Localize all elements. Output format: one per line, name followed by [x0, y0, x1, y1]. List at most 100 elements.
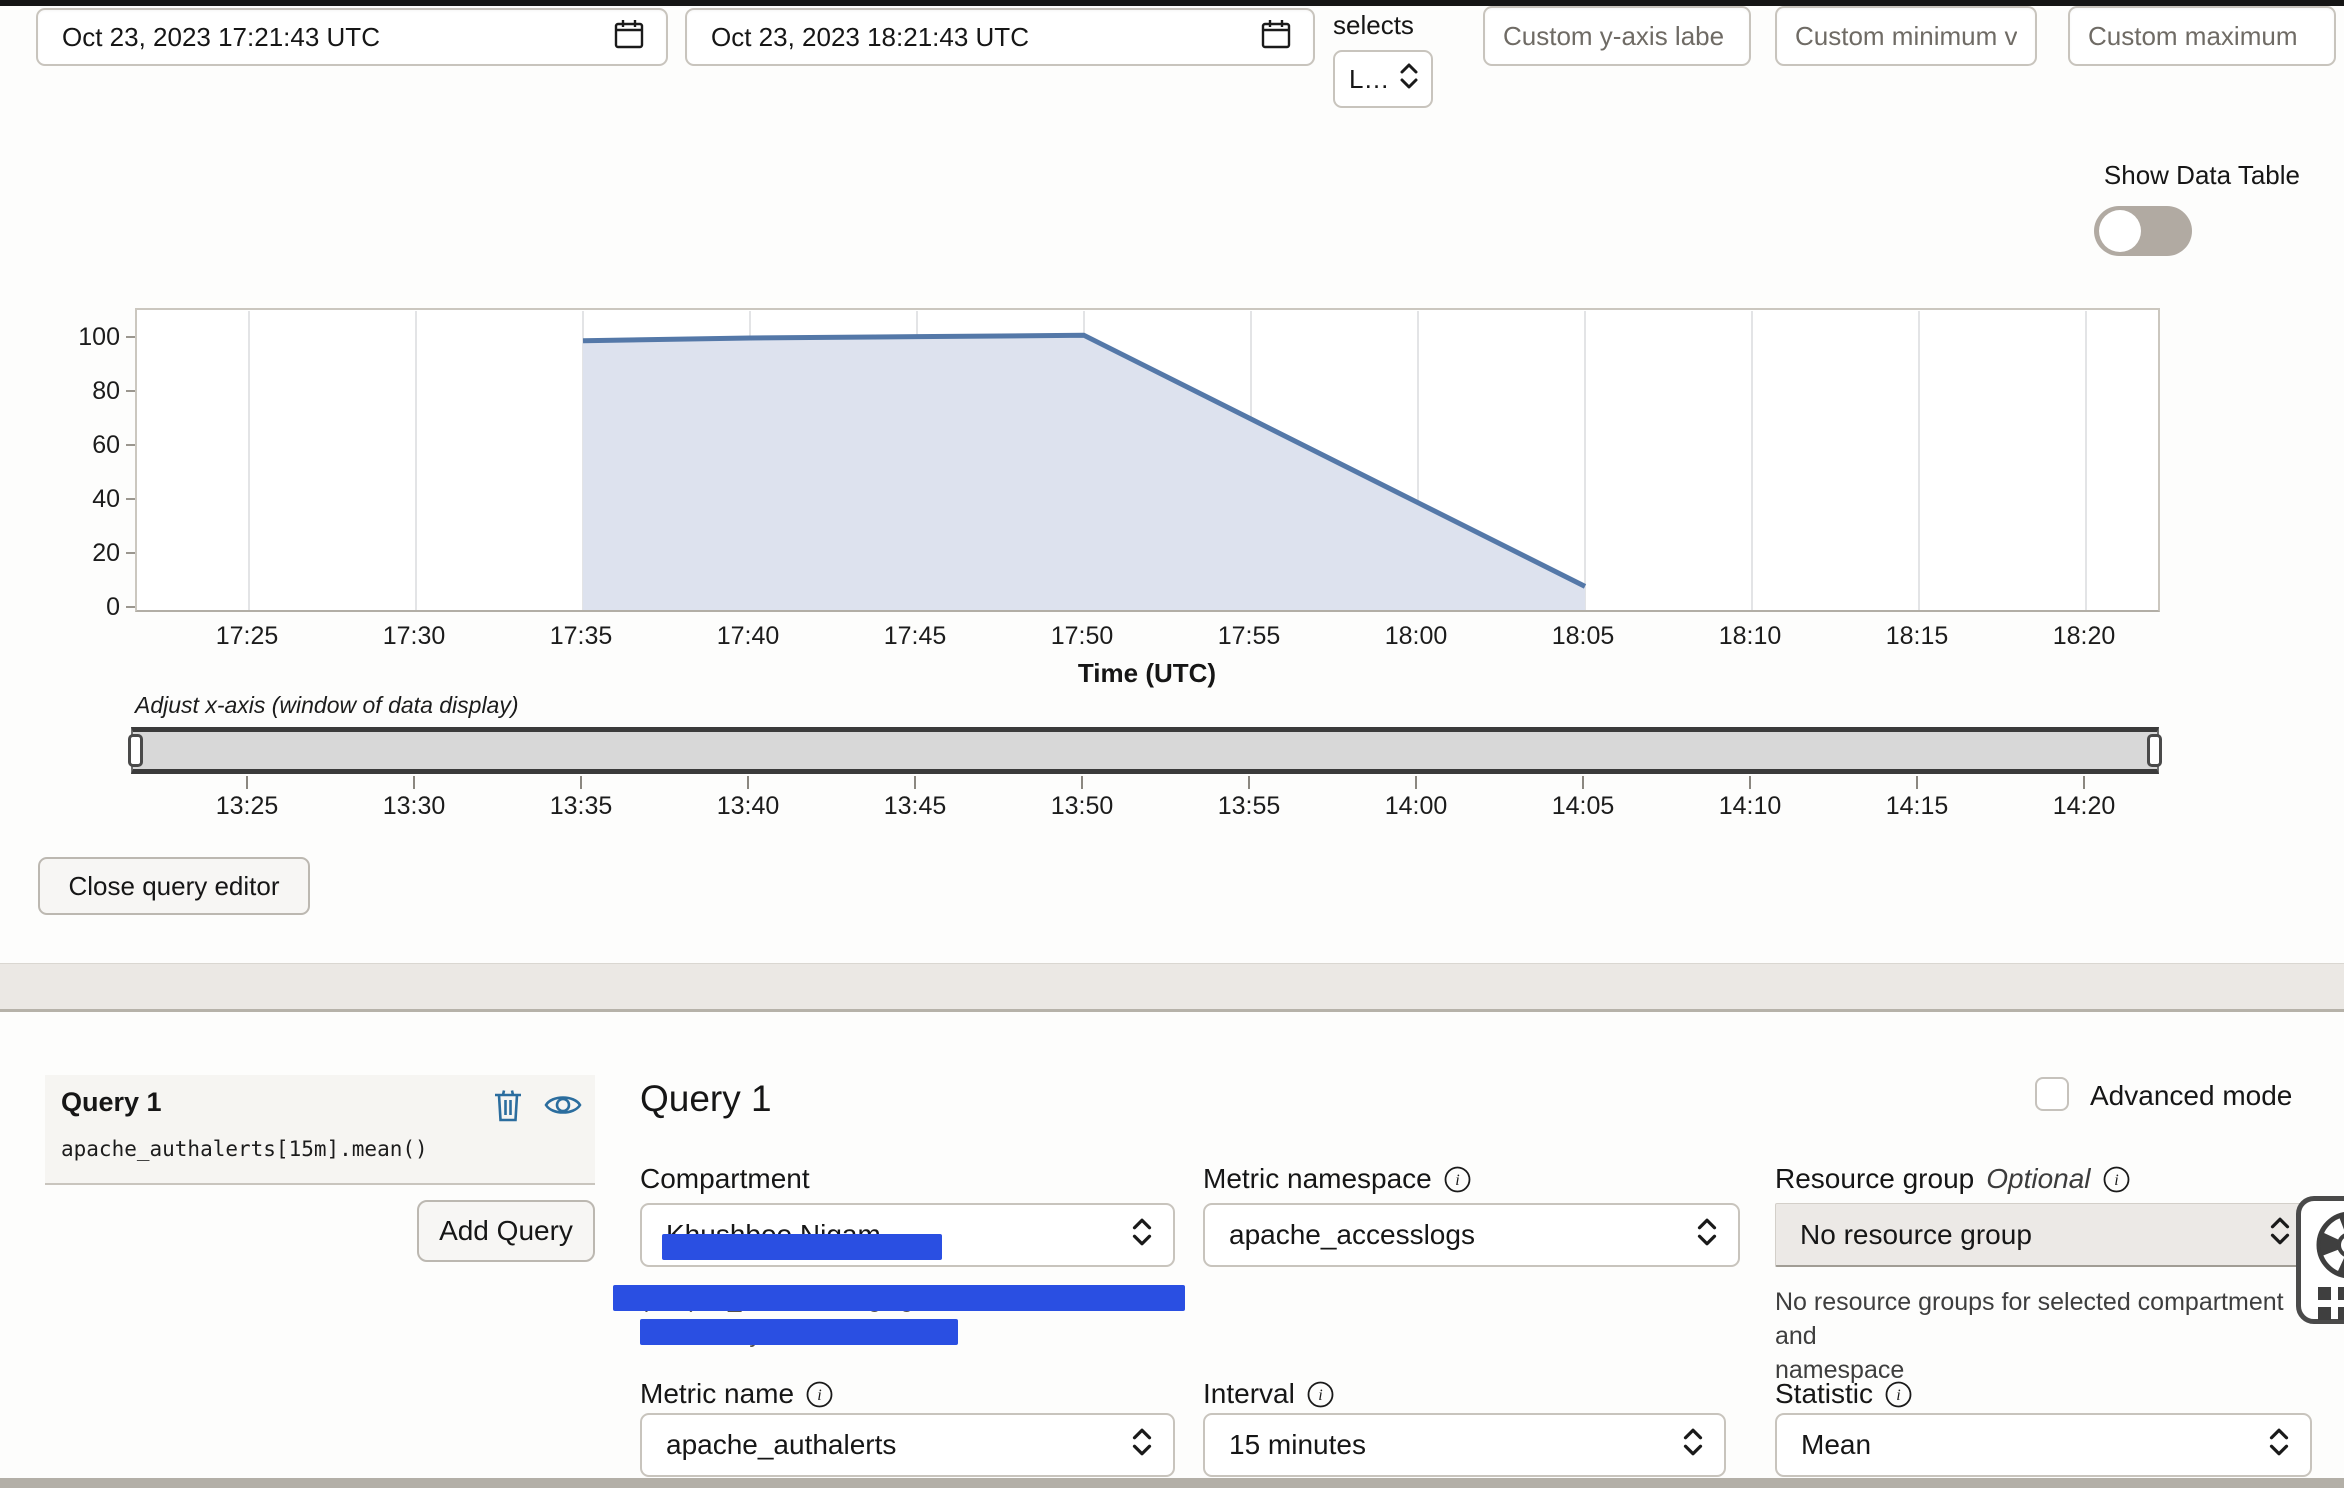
slider-tick-label: 14:20 [2039, 792, 2129, 821]
redaction-bar [613, 1285, 1185, 1311]
slider-tick-label: 13:25 [202, 792, 292, 821]
svg-text:i: i [1318, 1387, 1322, 1404]
x-tick-label: 18:20 [2039, 622, 2129, 651]
delete-query-icon[interactable] [491, 1087, 527, 1123]
metric-namespace-select[interactable]: apache_accesslogs [1203, 1203, 1740, 1267]
info-icon[interactable]: i [1307, 1381, 1334, 1408]
y-tick-mark [126, 606, 135, 608]
adjust-x-axis-label: Adjust x-axis (window of data display) [135, 692, 519, 719]
start-time-value: Oct 23, 2023 17:21:43 UTC [62, 22, 380, 53]
y-tick-mark [126, 390, 135, 392]
chevron-updown-icon [1694, 1217, 1720, 1254]
x-window-range-slider[interactable] [131, 727, 2159, 774]
slider-tick-mark [1248, 776, 1250, 789]
floating-widget[interactable] [2296, 1196, 2344, 1324]
helper-line: No resource groups for selected compartm… [1775, 1285, 2295, 1353]
resource-group-value: No resource group [1800, 1219, 2032, 1251]
resource-group-label: Resource group [1775, 1163, 1974, 1195]
grid-icon[interactable] [2318, 1287, 2344, 1319]
metric-name-label-row: Metric name i [640, 1378, 833, 1410]
statistic-select[interactable]: Mean [1775, 1413, 2312, 1477]
metric-name-select[interactable]: apache_authalerts [640, 1413, 1175, 1477]
x-tick-label: 17:25 [202, 622, 292, 651]
start-time-input[interactable]: Oct 23, 2023 17:21:43 UTC [36, 8, 668, 66]
x-tick-label: 18:05 [1538, 622, 1628, 651]
slider-handle-right[interactable] [2147, 734, 2162, 767]
slider-tick-mark [246, 776, 248, 789]
interval-label: Interval [1203, 1378, 1295, 1410]
resource-group-label-row: Resource group Optional i [1775, 1163, 2130, 1195]
life-ring-icon[interactable] [2314, 1209, 2344, 1286]
show-hide-query-icon[interactable] [543, 1089, 579, 1125]
quick-selects-label: selects [1333, 10, 1414, 41]
chevron-updown-icon [2267, 1216, 2293, 1253]
svg-text:i: i [817, 1387, 821, 1404]
slider-handle-left[interactable] [128, 734, 143, 767]
statistic-label-row: Statistic i [1775, 1378, 1912, 1410]
viewport-bottom-edge [0, 1478, 2344, 1488]
custom-minimum-field[interactable] [1775, 6, 2037, 66]
metric-name-label: Metric name [640, 1378, 794, 1410]
close-query-editor-button[interactable]: Close query editor [38, 857, 310, 915]
custom-maximum-field[interactable] [2068, 6, 2336, 66]
info-icon[interactable]: i [806, 1381, 833, 1408]
slider-tick-mark [1749, 776, 1751, 789]
info-icon[interactable]: i [1444, 1166, 1471, 1193]
metric-name-value: apache_authalerts [666, 1429, 896, 1461]
add-query-button[interactable]: Add Query [417, 1200, 595, 1262]
info-icon[interactable]: i [1885, 1381, 1912, 1408]
custom-minimum-input[interactable] [1777, 8, 2035, 64]
x-tick-label: 17:55 [1204, 622, 1294, 651]
slider-tick-label: 13:35 [536, 792, 626, 821]
slider-tick-mark [914, 776, 916, 789]
statistic-label: Statistic [1775, 1378, 1873, 1410]
redaction-bar [640, 1319, 958, 1345]
slider-tick-mark [1916, 776, 1918, 789]
query-card-title: Query 1 [61, 1087, 162, 1118]
advanced-mode-checkbox[interactable] [2035, 1077, 2069, 1111]
slider-tick-label: 14:10 [1705, 792, 1795, 821]
resource-group-select[interactable]: No resource group [1775, 1203, 2312, 1267]
custom-maximum-input[interactable] [2070, 8, 2334, 64]
x-axis-title: Time (UTC) [997, 658, 1297, 689]
slider-tick-mark [413, 776, 415, 789]
interval-label-row: Interval i [1203, 1378, 1334, 1410]
end-time-value: Oct 23, 2023 18:21:43 UTC [711, 22, 1029, 53]
slider-tick-label: 14:15 [1872, 792, 1962, 821]
resource-group-helper: No resource groups for selected compartm… [1775, 1285, 2295, 1387]
y-tick-label: 20 [58, 539, 120, 568]
custom-y-axis-label-input[interactable] [1485, 8, 1749, 64]
slider-tick-label: 13:40 [703, 792, 793, 821]
calendar-icon[interactable] [612, 17, 646, 58]
slider-tick-mark [747, 776, 749, 789]
end-time-input[interactable]: Oct 23, 2023 18:21:43 UTC [685, 8, 1315, 66]
quick-select-dropdown[interactable]: L… [1333, 50, 1433, 108]
y-tick-label: 60 [58, 431, 120, 460]
slider-tick-label: 14:05 [1538, 792, 1628, 821]
compartment-select[interactable]: Khushboo Nigam [640, 1203, 1175, 1267]
slider-tick-label: 13:30 [369, 792, 459, 821]
chevron-updown-icon [2266, 1427, 2292, 1464]
svg-text:i: i [1455, 1172, 1459, 1189]
slider-tick-label: 14:00 [1371, 792, 1461, 821]
query-expression: apache_authalerts[15m].mean() [61, 1137, 428, 1161]
y-tick-label: 100 [58, 323, 120, 352]
y-tick-label: 40 [58, 485, 120, 514]
info-icon[interactable]: i [2103, 1166, 2130, 1193]
interval-select[interactable]: 15 minutes [1203, 1413, 1726, 1477]
y-tick-mark [126, 336, 135, 338]
chevron-updown-icon [1129, 1427, 1155, 1464]
query-form-heading: Query 1 [640, 1078, 772, 1120]
toggle-knob [2099, 210, 2141, 252]
slider-tick-mark [1081, 776, 1083, 789]
custom-y-axis-label-field[interactable] [1483, 6, 1751, 66]
x-tick-label: 18:00 [1371, 622, 1461, 651]
slider-tick-label: 13:50 [1037, 792, 1127, 821]
compartment-label: Compartment [640, 1163, 810, 1195]
show-data-table-toggle[interactable] [2094, 206, 2192, 256]
calendar-icon[interactable] [1259, 17, 1293, 58]
slider-tick-mark [1415, 776, 1417, 789]
advanced-mode-label: Advanced mode [2090, 1080, 2292, 1112]
area-chart [137, 310, 2158, 610]
query-card[interactable]: Query 1 apache_authalerts[15m].mean() [45, 1075, 595, 1185]
